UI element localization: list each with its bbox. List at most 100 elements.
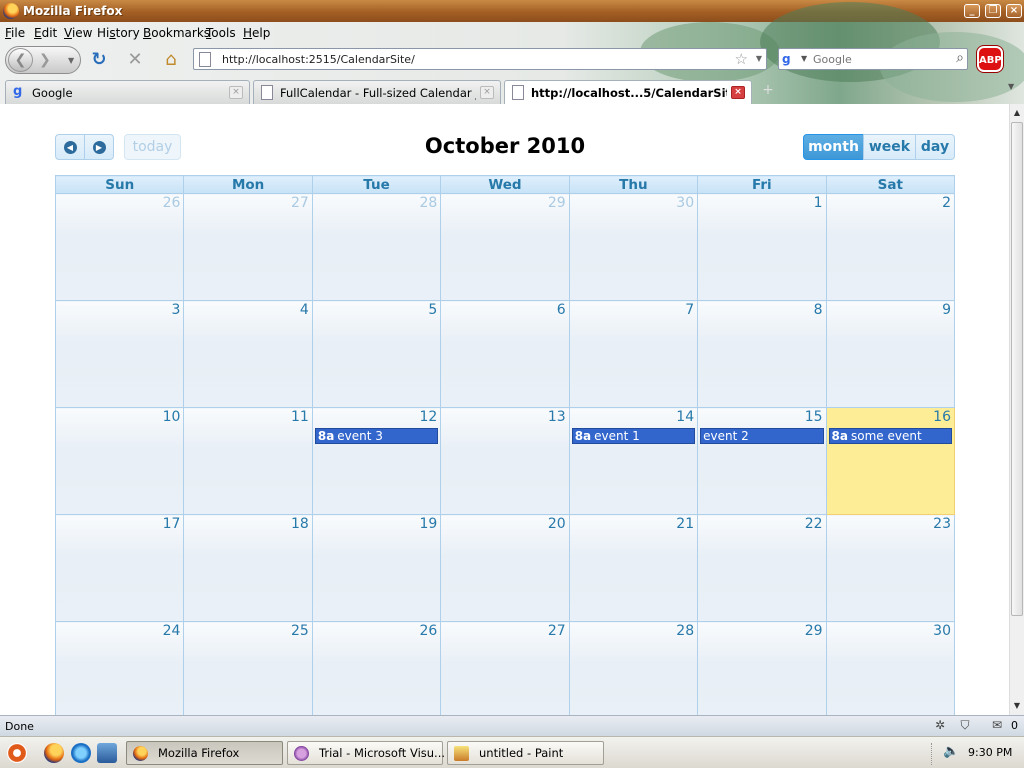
back-button[interactable]: ❮ <box>8 48 33 72</box>
day-cell[interactable]: 23 <box>825 514 956 622</box>
search-input[interactable] <box>813 51 943 67</box>
day-cell[interactable]: 16 8a some event <box>825 407 956 515</box>
day-cell[interactable]: 17 <box>54 514 185 622</box>
day-number: 26 <box>419 623 438 639</box>
shield-icon[interactable]: ⛉ <box>957 718 973 734</box>
restore-button[interactable]: ❐ <box>985 4 1001 18</box>
stop-icon[interactable]: ✕ <box>125 50 145 70</box>
menu-help[interactable]: Help <box>243 26 270 40</box>
day-cell[interactable]: 27 <box>440 621 570 715</box>
day-number: 25 <box>291 623 309 639</box>
ubuntu-menu-icon[interactable] <box>7 743 27 763</box>
google-search-engine-icon[interactable]: g <box>782 52 798 66</box>
firefox-launcher-icon[interactable] <box>44 743 64 763</box>
calendar-event[interactable]: 8a event 3 <box>314 428 439 444</box>
scroll-up-icon[interactable]: ▲ <box>1010 106 1024 120</box>
day-cell[interactable]: 19 <box>311 514 442 622</box>
day-cell[interactable]: 30 <box>568 193 699 301</box>
search-engine-dropdown-icon[interactable]: ▼ <box>801 54 807 63</box>
close-window-button[interactable]: × <box>1006 4 1022 18</box>
task-visual-studio[interactable]: Trial - Microsoft Visu... <box>287 741 445 765</box>
day-cell[interactable]: 22 <box>697 514 827 622</box>
adblock-plus-button[interactable]: ABP <box>977 46 1003 72</box>
prev-month-button[interactable]: ◀ <box>55 134 85 160</box>
home-icon[interactable]: ⌂ <box>161 50 181 70</box>
day-number: 27 <box>547 623 566 639</box>
day-cell[interactable]: 6 <box>440 300 570 408</box>
day-cell[interactable]: 3 <box>54 300 185 408</box>
day-cell[interactable]: 12 8a event 3 <box>311 407 442 515</box>
day-cell[interactable]: 15 event 2 <box>697 407 827 515</box>
day-cell[interactable]: 8 <box>697 300 827 408</box>
reload-icon[interactable]: ↻ <box>89 50 109 70</box>
tab-fullcalendar[interactable]: FullCalendar - Full-sized Calendar jQuer… <box>253 80 501 104</box>
menu-view[interactable]: View <box>64 26 92 40</box>
day-cell[interactable]: 20 <box>440 514 570 622</box>
bookmark-star-icon[interactable]: ☆ <box>735 50 748 68</box>
day-cell[interactable]: 18 <box>183 514 313 622</box>
status-text: Done <box>5 720 34 733</box>
mail-icon[interactable]: ✉ <box>989 718 1005 734</box>
history-dropdown-icon[interactable]: ▼ <box>68 56 74 65</box>
search-icon[interactable]: ⌕ <box>956 50 964 66</box>
scrollbar-thumb[interactable] <box>1011 122 1023 616</box>
forward-button[interactable]: ❯ <box>39 52 51 68</box>
volume-icon[interactable]: 🔈 <box>943 744 959 759</box>
tab-google[interactable]: g Google × <box>5 80 250 104</box>
day-cell[interactable]: 29 <box>440 193 570 301</box>
close-tab-icon[interactable]: × <box>480 86 494 99</box>
day-cell[interactable]: 21 <box>568 514 699 622</box>
ie-launcher-icon[interactable] <box>71 743 91 763</box>
menu-edit[interactable]: Edit <box>34 26 57 40</box>
day-cell[interactable]: 26 <box>54 193 185 301</box>
day-cell[interactable]: 27 <box>183 193 313 301</box>
day-cell[interactable]: 4 <box>183 300 313 408</box>
day-cell[interactable]: 2 <box>825 193 956 301</box>
day-cell[interactable]: 5 <box>311 300 442 408</box>
calendar-event[interactable]: 8a event 1 <box>571 428 696 444</box>
view-day-button[interactable]: day <box>915 134 955 160</box>
day-cell[interactable]: 14 8a event 1 <box>568 407 699 515</box>
day-cell[interactable]: 28 <box>311 193 442 301</box>
minimize-button[interactable]: _ <box>964 4 980 18</box>
url-bar: ☆ ▼ <box>193 48 767 70</box>
new-tab-button[interactable]: + <box>755 82 781 102</box>
day-cell[interactable]: 24 <box>54 621 185 715</box>
tab-calendarsite[interactable]: http://localhost...5/CalendarSite/ × <box>504 80 752 104</box>
task-firefox[interactable]: Mozilla Firefox <box>126 741 283 765</box>
weekday-header: Thu <box>568 175 699 194</box>
weekday-header: Tue <box>311 175 442 194</box>
view-month-button[interactable]: month <box>803 134 864 160</box>
day-cell[interactable]: 29 <box>697 621 827 715</box>
day-cell[interactable]: 26 <box>311 621 442 715</box>
vertical-scrollbar[interactable]: ▲ ▼ <box>1009 104 1024 715</box>
day-cell[interactable]: 1 <box>697 193 827 301</box>
day-number: 1 <box>813 195 823 211</box>
day-cell[interactable]: 7 <box>568 300 699 408</box>
calendar-event[interactable]: 8a some event <box>828 428 952 444</box>
next-month-button[interactable]: ▶ <box>84 134 114 160</box>
day-cell[interactable]: 13 <box>440 407 570 515</box>
bug-icon[interactable]: ✲ <box>932 718 948 734</box>
menu-bookmarks[interactable]: Bookmarks <box>143 26 210 40</box>
task-paint[interactable]: untitled - Paint <box>447 741 604 765</box>
close-tab-icon[interactable]: × <box>731 86 745 99</box>
close-tab-icon[interactable]: × <box>229 86 243 99</box>
scroll-down-icon[interactable]: ▼ <box>1010 699 1024 713</box>
menu-file[interactable]: File <box>5 26 25 40</box>
day-cell[interactable]: 28 <box>568 621 699 715</box>
url-dropdown-icon[interactable]: ▼ <box>756 54 762 63</box>
today-button[interactable]: today <box>124 134 181 160</box>
calendar-event[interactable]: event 2 <box>700 428 824 444</box>
app-launcher-icon[interactable] <box>97 743 117 763</box>
day-cell[interactable]: 30 <box>825 621 956 715</box>
day-cell[interactable]: 25 <box>183 621 313 715</box>
day-cell[interactable]: 9 <box>825 300 956 408</box>
day-cell[interactable]: 10 <box>54 407 185 515</box>
day-cell[interactable]: 11 <box>183 407 313 515</box>
menu-history[interactable]: History <box>97 26 140 40</box>
view-week-button[interactable]: week <box>863 134 916 160</box>
tab-list-icon[interactable]: ▼ <box>1008 82 1022 102</box>
menu-tools[interactable]: Tools <box>206 26 236 40</box>
url-input[interactable] <box>222 51 722 67</box>
